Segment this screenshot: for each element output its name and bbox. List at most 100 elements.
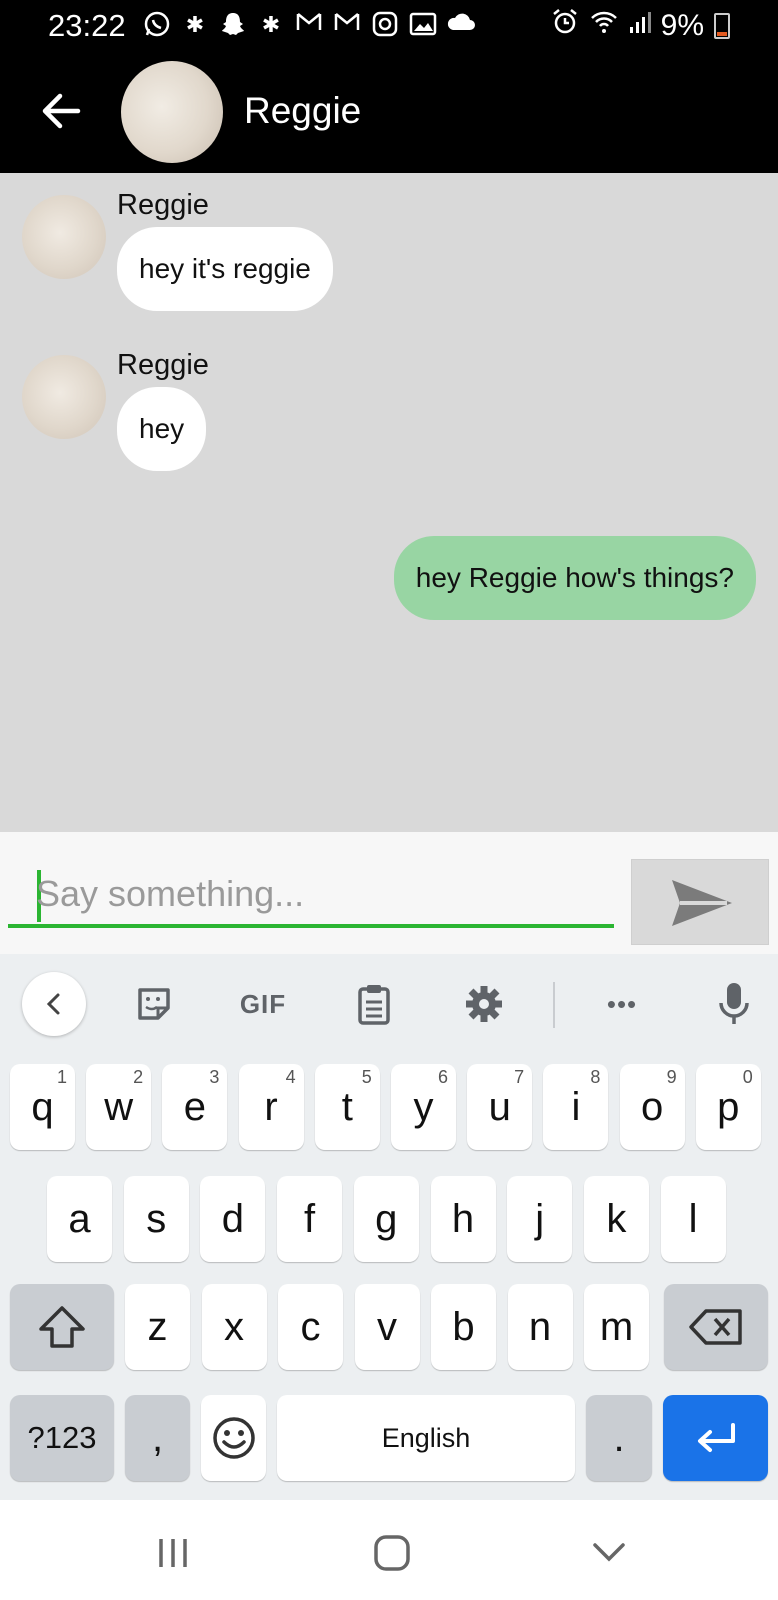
recent-apps-icon xyxy=(159,1539,187,1567)
slack-icon: ✱ xyxy=(185,12,205,37)
battery-text: 9% xyxy=(660,9,704,42)
key-q[interactable]: q1 xyxy=(10,1064,75,1150)
space-key[interactable]: English xyxy=(277,1395,575,1481)
wifi-icon xyxy=(589,9,619,43)
comma-key[interactable]: , xyxy=(125,1395,190,1481)
key-o[interactable]: o9 xyxy=(619,1064,685,1150)
sticker-icon xyxy=(138,988,170,1020)
contact-name: Reggie xyxy=(244,90,362,131)
chevron-down-icon xyxy=(593,1543,625,1562)
key-y[interactable]: y6 xyxy=(391,1064,456,1150)
key-p[interactable]: p0 xyxy=(695,1064,761,1150)
slack-icon: ✱ xyxy=(261,12,281,37)
key-number-hint: 0 xyxy=(742,1067,753,1087)
send-icon xyxy=(672,880,732,926)
key-label: e xyxy=(183,1084,207,1129)
key-b[interactable]: b xyxy=(431,1284,496,1370)
message-input[interactable] xyxy=(36,866,606,922)
key-r[interactable]: r4 xyxy=(238,1064,304,1150)
chat-header: Reggie xyxy=(0,52,778,173)
key-l[interactable]: l xyxy=(660,1176,726,1262)
enter-key[interactable] xyxy=(663,1395,768,1481)
gmail-icon xyxy=(332,10,362,40)
hide-keyboard-button[interactable] xyxy=(584,1528,634,1578)
shift-icon xyxy=(39,1306,85,1348)
key-s[interactable]: s xyxy=(123,1176,189,1262)
recent-apps-button[interactable] xyxy=(148,1528,198,1578)
key-z[interactable]: z xyxy=(125,1284,190,1370)
key-a[interactable]: a xyxy=(47,1176,112,1262)
key-t[interactable]: t5 xyxy=(314,1064,380,1150)
more-options-button[interactable]: ••• xyxy=(592,972,652,1036)
send-button[interactable] xyxy=(631,859,769,945)
voice-input-button[interactable] xyxy=(704,972,764,1036)
clipboard-button[interactable] xyxy=(344,972,404,1036)
key-label: r xyxy=(264,1084,278,1129)
key-j[interactable]: j xyxy=(507,1176,573,1262)
key-number-hint: 1 xyxy=(56,1067,67,1087)
toolbar-collapse-button[interactable] xyxy=(22,972,86,1036)
notification-icons: ✱ ✱ xyxy=(142,10,476,40)
emoji-key[interactable] xyxy=(201,1395,266,1481)
back-button[interactable] xyxy=(36,86,86,136)
contact-avatar[interactable] xyxy=(121,61,223,163)
key-number-hint: 9 xyxy=(666,1067,677,1087)
gif-button[interactable]: GIF xyxy=(228,972,298,1036)
gif-label: GIF xyxy=(239,988,287,1019)
microphone-icon xyxy=(719,983,749,1024)
symbols-key[interactable]: ?123 xyxy=(10,1395,114,1481)
status-bar: 23:22 ✱ ✱ 9% xyxy=(0,0,778,52)
sender-name: Reggie xyxy=(117,189,209,221)
home-icon xyxy=(374,1535,410,1571)
key-e[interactable]: e3 xyxy=(162,1064,228,1150)
key-d[interactable]: d xyxy=(200,1176,266,1262)
battery-icon xyxy=(714,13,730,39)
key-number-hint: 8 xyxy=(590,1067,601,1087)
gmail-icon xyxy=(294,10,324,40)
key-number-hint: 6 xyxy=(437,1067,448,1087)
sender-name: Reggie xyxy=(117,349,209,381)
key-label: p xyxy=(717,1084,740,1129)
alarm-icon xyxy=(551,8,579,44)
key-w[interactable]: w2 xyxy=(86,1064,152,1150)
message-input-container xyxy=(8,858,614,928)
key-label: y xyxy=(413,1084,434,1129)
message-list[interactable]: Reggie hey it's reggie Reggie hey hey Re… xyxy=(0,173,778,832)
key-i[interactable]: i8 xyxy=(543,1064,609,1150)
key-n[interactable]: n xyxy=(507,1284,573,1370)
sticker-button[interactable] xyxy=(124,972,184,1036)
backspace-key[interactable] xyxy=(664,1284,768,1370)
key-number-hint: 4 xyxy=(285,1067,296,1087)
gear-icon xyxy=(466,986,502,1022)
key-c[interactable]: c xyxy=(278,1284,343,1370)
outgoing-message-bubble[interactable]: hey Reggie how's things? xyxy=(393,536,756,620)
period-key[interactable]: . xyxy=(586,1395,652,1481)
soft-keyboard: GIF ••• q1w2e3r4t5y6u7i8o9p0 asdfghjkl z… xyxy=(0,954,778,1500)
sender-avatar[interactable] xyxy=(22,195,106,279)
key-m[interactable]: m xyxy=(584,1284,649,1370)
shift-key[interactable] xyxy=(10,1284,114,1370)
key-k[interactable]: k xyxy=(583,1176,649,1262)
incoming-message-bubble[interactable]: hey xyxy=(117,387,207,471)
key-u[interactable]: u7 xyxy=(467,1064,533,1150)
key-v[interactable]: v xyxy=(354,1284,420,1370)
key-label: t xyxy=(341,1084,353,1129)
key-g[interactable]: g xyxy=(353,1176,419,1262)
key-number-hint: 7 xyxy=(514,1067,525,1087)
key-x[interactable]: x xyxy=(201,1284,267,1370)
snapchat-icon xyxy=(218,10,248,40)
incoming-message-bubble[interactable]: hey it's reggie xyxy=(117,227,333,311)
key-f[interactable]: f xyxy=(277,1176,343,1262)
sender-avatar[interactable] xyxy=(22,355,106,439)
signal-icon xyxy=(629,9,651,43)
settings-button[interactable] xyxy=(454,972,514,1036)
whatsapp-icon xyxy=(142,10,172,40)
key-h[interactable]: h xyxy=(430,1176,496,1262)
cloud-icon xyxy=(446,10,476,40)
message-composer xyxy=(0,832,778,954)
emoji-icon xyxy=(212,1417,255,1459)
home-button[interactable] xyxy=(367,1528,417,1578)
arrow-left-icon xyxy=(42,93,81,129)
system-navigation-bar xyxy=(0,1500,778,1600)
backspace-icon xyxy=(689,1309,742,1345)
